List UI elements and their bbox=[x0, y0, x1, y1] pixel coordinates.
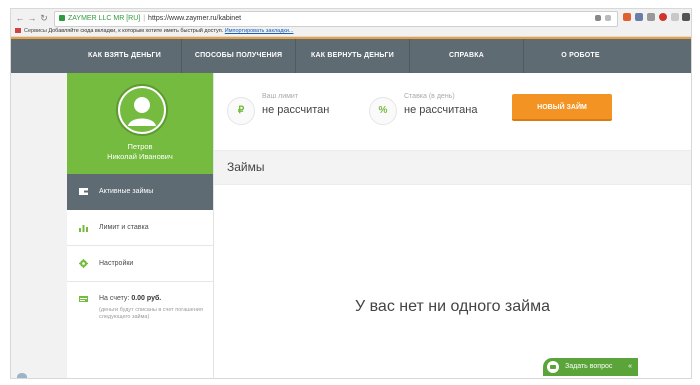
chat-bubble-icon bbox=[547, 361, 559, 373]
nav-item-about-robot[interactable]: О РОБОТЕ bbox=[524, 39, 637, 73]
collapse-arrow-icon[interactable]: « bbox=[628, 358, 632, 376]
url-text: https://www.zaymer.ru/kabinet bbox=[148, 15, 242, 22]
ruble-icon: ₽ bbox=[227, 97, 255, 125]
percent-icon: % bbox=[369, 97, 397, 125]
ask-question-button[interactable]: Задать вопрос « bbox=[543, 358, 638, 376]
balance-value: 0.00 руб. bbox=[131, 295, 162, 302]
filter-icon[interactable] bbox=[595, 15, 601, 21]
extension-icon[interactable] bbox=[635, 13, 643, 21]
nav-item-how-to-get-money[interactable]: КАК ВЗЯТЬ ДЕНЬГИ bbox=[68, 39, 182, 73]
loans-title: Займы bbox=[227, 160, 265, 174]
address-bar[interactable]: ZAYMER LLC MR [RU] | https://www.zaymer.ru… bbox=[54, 11, 618, 27]
rate-value: не рассчитана bbox=[404, 104, 478, 116]
nav-item-help[interactable]: СПРАВКА bbox=[410, 39, 524, 73]
ask-question-label: Задать вопрос bbox=[565, 363, 613, 370]
extension-icon[interactable] bbox=[671, 13, 679, 21]
avatar[interactable] bbox=[116, 84, 168, 136]
import-bookmarks-link[interactable]: Импортировать закладки... bbox=[225, 28, 294, 34]
new-loan-button[interactable]: НОВЫЙ ЗАЙМ bbox=[512, 94, 612, 121]
menu-icon[interactable] bbox=[682, 13, 690, 21]
money-icon bbox=[79, 296, 88, 302]
balance-line: На счету: 0.00 руб. bbox=[99, 295, 213, 302]
extension-icon[interactable] bbox=[623, 13, 631, 21]
lock-icon bbox=[59, 15, 65, 22]
limit-label: Ваш лимит bbox=[262, 93, 299, 100]
limit-value: не рассчитан bbox=[262, 104, 330, 116]
forward-icon[interactable]: → bbox=[27, 13, 37, 23]
bookmarks-hint: Добавляйте сюда вкладки, к которым хотит… bbox=[48, 28, 224, 34]
sidebar-item-limit-rate[interactable]: Лимит и ставка bbox=[67, 210, 213, 246]
nav-item-how-to-repay[interactable]: КАК ВЕРНУТЬ ДЕНЬГИ bbox=[296, 39, 410, 73]
bookmarks-label[interactable]: Сервисы bbox=[24, 28, 47, 34]
user-name: Петров Николай Иванович bbox=[67, 142, 213, 162]
nav-item-receive-methods[interactable]: СПОСОБЫ ПОЛУЧЕНИЯ bbox=[182, 39, 296, 73]
account-balance: На счету: 0.00 руб. (деньги будут списан… bbox=[67, 282, 213, 345]
gear-icon bbox=[79, 259, 88, 268]
sidebar: Петров Николай Иванович Активные займы Л… bbox=[67, 73, 214, 378]
page-badge-icon bbox=[17, 373, 27, 378]
sidebar-item-label: Активные займы bbox=[99, 188, 154, 195]
reload-icon[interactable]: ↻ bbox=[39, 13, 49, 23]
apps-icon[interactable] bbox=[15, 28, 21, 34]
sidebar-item-settings[interactable]: Настройки bbox=[67, 246, 213, 282]
rate-label: Ставка (в день) bbox=[404, 93, 455, 100]
main-content: ₽ Ваш лимит не рассчитан % Ставка (в ден… bbox=[214, 73, 691, 378]
balance-label: На счету: bbox=[99, 295, 130, 302]
user-silhouette-icon bbox=[120, 88, 164, 132]
browser-toolbar: ← → ↻ ZAYMER LLC MR [RU] | https://www.zay… bbox=[11, 9, 691, 37]
secure-label: ZAYMER LLC MR [RU] bbox=[68, 15, 141, 22]
top-navigation: КАК ВЗЯТЬ ДЕНЬГИ СПОСОБЫ ПОЛУЧЕНИЯ КАК В… bbox=[11, 37, 691, 73]
user-last-name: Петров bbox=[127, 142, 153, 151]
star-icon[interactable] bbox=[605, 15, 611, 21]
profile-card: Петров Николай Иванович bbox=[67, 73, 213, 174]
back-icon[interactable]: ← bbox=[15, 13, 25, 23]
empty-loans-message: У вас нет ни одного займа bbox=[355, 298, 550, 315]
bar-chart-icon bbox=[79, 225, 88, 232]
extension-icon[interactable] bbox=[647, 13, 655, 21]
bookmarks-bar: Сервисы Добавляйте сюда вкладки, к котор… bbox=[11, 27, 691, 36]
address-separator: | bbox=[143, 15, 146, 22]
balance-note: (деньги будут списаны в счет погашения с… bbox=[99, 307, 203, 320]
browser-window: ← → ↻ ZAYMER LLC MR [RU] | https://www.zay… bbox=[10, 8, 692, 379]
sidebar-item-label: Лимит и ставка bbox=[99, 224, 149, 231]
wallet-icon bbox=[79, 188, 88, 195]
extension-icon[interactable] bbox=[659, 13, 667, 21]
sidebar-item-label: Настройки bbox=[99, 260, 134, 267]
sidebar-item-active-loans[interactable]: Активные займы bbox=[67, 174, 213, 210]
loans-section-header: Займы bbox=[214, 150, 691, 185]
user-first-middle-name: Николай Иванович bbox=[107, 152, 173, 161]
